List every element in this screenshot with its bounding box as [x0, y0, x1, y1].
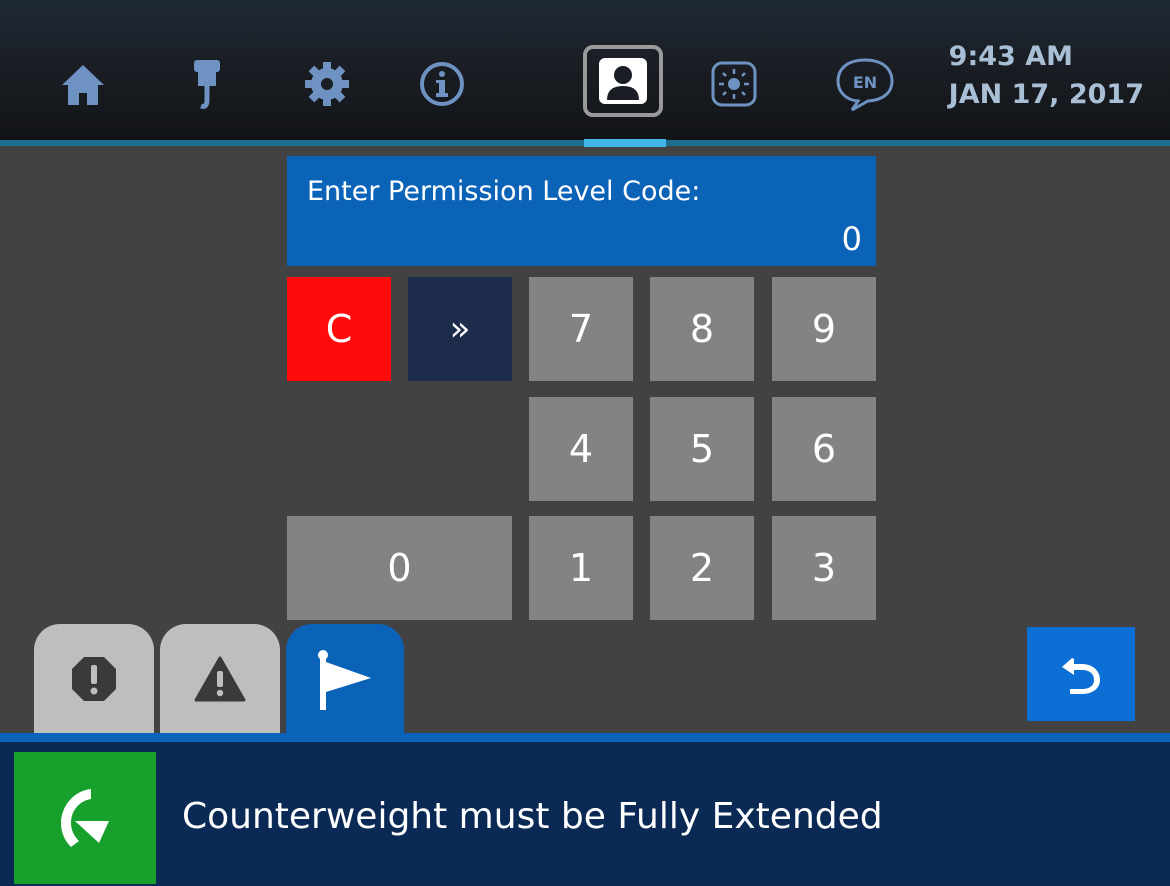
date-text: JAN 17, 2017 [948, 79, 1144, 110]
key-7[interactable]: 7 [529, 277, 633, 381]
active-tab-indicator [584, 139, 666, 147]
tab-warnings[interactable] [160, 624, 280, 734]
key-2[interactable]: 2 [650, 516, 754, 620]
flag-icon [318, 650, 371, 710]
back-button[interactable] [1027, 627, 1135, 721]
key-0[interactable]: 0 [287, 516, 512, 620]
crane-hook-icon[interactable] [188, 56, 228, 112]
time-text: 9:43 AM [948, 41, 1073, 72]
tab-stop-alerts[interactable] [34, 624, 154, 734]
next-button[interactable]: » [408, 277, 512, 381]
status-message: Counterweight must be Fully Extended [182, 796, 883, 837]
key-3[interactable]: 3 [772, 516, 876, 620]
user-profile-tab[interactable] [583, 45, 663, 117]
brightness-icon[interactable] [708, 58, 760, 110]
user-profile-icon [599, 58, 647, 104]
clear-button[interactable]: C [287, 277, 391, 381]
gear-icon[interactable] [300, 57, 354, 111]
status-indicator [14, 752, 156, 884]
back-arrow-icon [1062, 658, 1100, 694]
key-1[interactable]: 1 [529, 516, 633, 620]
code-entry-value: 0 [841, 220, 862, 258]
tabs-divider [0, 733, 1170, 742]
language-code: EN [853, 73, 877, 92]
key-8[interactable]: 8 [650, 277, 754, 381]
clock: 9:43 AM JAN 17, 2017 [949, 38, 1144, 114]
key-4[interactable]: 4 [529, 397, 633, 501]
home-icon[interactable] [58, 60, 108, 110]
key-6[interactable]: 6 [772, 397, 876, 501]
language-icon[interactable]: EN [830, 54, 900, 114]
top-bar: EN 9:43 AM JAN 17, 2017 [0, 0, 1170, 140]
code-entry-label: Enter Permission Level Code: [307, 176, 701, 207]
warning-icon [194, 656, 246, 702]
rotate-arrow-icon [61, 789, 109, 847]
key-5[interactable]: 5 [650, 397, 754, 501]
tab-flags[interactable] [286, 624, 404, 736]
key-9[interactable]: 9 [772, 277, 876, 381]
info-icon[interactable] [416, 58, 468, 110]
stop-alert-icon [72, 657, 116, 701]
status-bar: Counterweight must be Fully Extended [0, 742, 1170, 886]
code-entry-panel: Enter Permission Level Code: 0 [287, 156, 876, 266]
